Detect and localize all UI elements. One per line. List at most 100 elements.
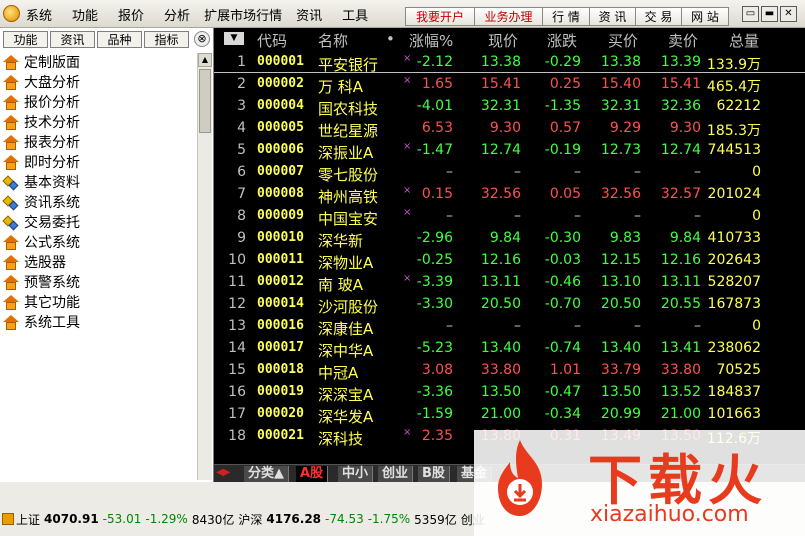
table-row[interactable]: 15 000018 中冠A 3.08 33.80 1.01 33.79 33.80 70525 [214,359,805,382]
menu-extended-market[interactable]: 扩展市场行情 [204,5,282,24]
table-row[interactable]: 9 000010 深华新 -2.96 9.84 -0.30 9.83 9.84 410733 [214,227,805,250]
sidebar-item[interactable]: 选股器 [2,253,196,273]
index-icon[interactable] [2,513,14,525]
sidebar-close-icon[interactable]: ⊗ [194,31,210,47]
table-row[interactable]: 1 000001 平安银行 × -2.12 13.38 -0.29 13.38 13.39 133… [214,51,805,74]
stock-name: 深康佳A [318,320,374,338]
sh-change: -53.01 [102,512,142,526]
website-button[interactable]: 网 站 [681,7,729,26]
board-tab-category[interactable]: 分类▲ [244,466,289,482]
scroll-up-icon[interactable]: ▲ [198,53,212,67]
house-icon [2,135,20,151]
table-row[interactable]: 2 000002 万 科A × 1.65 15.41 0.25 15.40 15.41 465.4… [214,73,805,96]
business-button[interactable]: 业务办理 [474,7,543,26]
volume: 201024 [707,186,761,202]
news-button[interactable]: 资 讯 [589,7,636,26]
table-row[interactable]: 5 000006 深振业A × -1.47 12.74 -0.19 12.73 12.74 744… [214,139,805,162]
bid-price: 13.40 [600,340,641,356]
sidebar-item[interactable]: 大盘分析 [2,73,196,93]
header-buy[interactable]: 买价 [608,30,638,51]
sidebar-item[interactable]: 系统工具 [2,313,196,333]
scroll-thumb[interactable] [199,69,211,133]
table-row[interactable]: 3 000004 国农科技 -4.01 32.31 -1.35 32.31 32.36 6221… [214,95,805,118]
tab-news[interactable]: 资讯 [50,31,95,48]
current-price: 21.00 [480,406,521,422]
stock-name: 神州高铁 [318,188,379,206]
sidebar-item[interactable]: 资讯系统 [2,193,196,213]
table-row[interactable]: 17 000020 深华发A -1.59 21.00 -0.34 20.99 21.00 101… [214,403,805,426]
price-change: 1.01 [549,362,581,378]
restore-icon[interactable]: ▭ [742,6,759,22]
menu-system[interactable]: 系统 [26,5,52,24]
table-row[interactable]: 10 000011 深物业A -0.25 12.16 -0.03 12.15 12.16 202… [214,249,805,272]
volume: 70525 [716,362,761,378]
header-vol[interactable]: 总量 [729,30,759,51]
bid-price: 20.50 [600,296,641,312]
sidebar-item[interactable]: 预警系统 [2,273,196,293]
stock-name: 深振业A [318,144,374,162]
trade-button[interactable]: 交 易 [635,7,682,26]
board-tab-a-share[interactable]: A股 [296,466,329,482]
menu-tools[interactable]: 工具 [342,5,368,24]
menu-quote[interactable]: 报价 [118,5,144,24]
header-chg[interactable]: 涨跌 [547,30,577,51]
table-row[interactable]: 12 000014 沙河股份 -3.30 20.50 -0.70 20.50 20.55 167… [214,293,805,316]
board-nav-icon[interactable]: ◀▶ [216,467,230,478]
sidebar-item[interactable]: 技术分析 [2,113,196,133]
board-tab-chinext[interactable]: 创业 [378,466,414,482]
open-account-button[interactable]: 我要开户 [405,7,475,26]
tab-indicator[interactable]: 指标 [144,31,189,48]
market-button[interactable]: 行 情 [542,7,590,26]
sidebar-item-label: 报价分析 [24,95,80,111]
row-index: 3 [237,98,246,114]
row-index: 7 [237,186,246,202]
minimize-icon[interactable]: ▬ [761,6,778,22]
sidebar-item-label: 即时分析 [24,155,80,171]
sidebar-item[interactable]: 其它功能 [2,293,196,313]
stock-code: 000012 [257,274,304,289]
header-code[interactable]: 代码 [257,30,287,51]
stock-code: 000005 [257,120,304,135]
row-index: 14 [228,340,246,356]
table-row[interactable]: 7 000008 神州高铁 × 0.15 32.56 0.05 32.56 32.57 20102… [214,183,805,206]
app-logo-icon[interactable] [3,5,20,22]
sidebar-item[interactable]: 基本资料 [2,173,196,193]
header-price[interactable]: 现价 [488,30,518,51]
board-tab-sme[interactable]: 中小 [338,466,374,482]
header-name[interactable]: 名称 [318,30,348,51]
sidebar-item[interactable]: 报表分析 [2,133,196,153]
menu-function[interactable]: 功能 [72,5,98,24]
bid-price: 13.10 [600,274,641,290]
header-sell[interactable]: 卖价 [668,30,698,51]
menu-news[interactable]: 资讯 [296,5,322,24]
table-row[interactable]: 4 000005 世纪星源 6.53 9.30 0.57 9.29 9.30 185.3万 [214,117,805,140]
window-controls: ▭ ▬ ✕ [742,6,799,22]
close-icon[interactable]: ✕ [780,6,797,22]
header-pct[interactable]: 涨幅% [409,30,453,51]
pct-change: -3.30 [416,296,453,312]
board-tab-b-share[interactable]: B股 [418,466,450,482]
sort-dropdown-icon[interactable]: ▼ [224,32,244,45]
table-row[interactable]: 14 000017 深中华A -5.23 13.40 -0.74 13.40 13.41 238… [214,337,805,360]
price-change: – [574,318,581,334]
table-row[interactable]: 6 000007 零七股份 – – – – – 0 [214,161,805,184]
sh-label: 上证 [16,512,41,527]
sidebar-item[interactable]: 定制版面 [2,53,196,73]
table-row[interactable]: 8 000009 中国宝安 × – – – – –0 [214,205,805,228]
tab-function[interactable]: 功能 [3,31,48,48]
bid-price: – [634,164,641,180]
stock-code: 000018 [257,362,304,377]
current-price: 20.50 [480,296,521,312]
sidebar-item[interactable]: 公式系统 [2,233,196,253]
menu-analysis[interactable]: 分析 [164,5,190,24]
sidebar-item[interactable]: 交易委托 [2,213,196,233]
table-row[interactable]: 16 000019 深深宝A -3.36 13.50 -0.47 13.50 13.52 184… [214,381,805,404]
sidebar-scrollbar[interactable]: ▲ [197,53,212,480]
sidebar-item[interactable]: 即时分析 [2,153,196,173]
table-row[interactable]: 11 000012 南 玻A × -3.39 13.11 -0.46 13.10 13.11 52… [214,271,805,294]
tab-variety[interactable]: 品种 [97,31,142,48]
table-row[interactable]: 13 000016 深康佳A – – – – – 0 [214,315,805,338]
flame-logo-icon [498,440,542,516]
sidebar-item[interactable]: 报价分析 [2,93,196,113]
current-price: 12.74 [480,142,521,158]
